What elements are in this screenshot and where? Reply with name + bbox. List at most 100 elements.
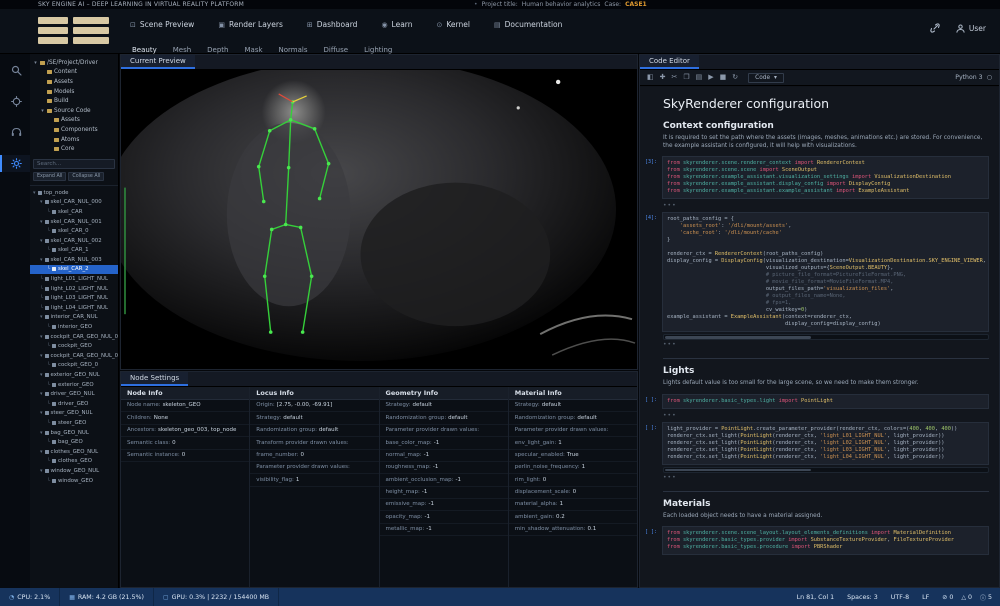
cell-source[interactable]: from skyrenderer.scene.scene_layout.layo… bbox=[662, 526, 989, 555]
scene-tree-item[interactable]: └ interior_GEO bbox=[30, 322, 118, 332]
file-tree-item[interactable]: Assets bbox=[30, 116, 118, 126]
save-icon[interactable]: ◧ bbox=[647, 74, 654, 81]
scene-tree-item[interactable]: ▾ window_GEO_NUL bbox=[30, 466, 118, 476]
scrollbar-thumb[interactable] bbox=[665, 469, 811, 472]
collapsed-cells-indicator[interactable]: ••• bbox=[663, 340, 989, 349]
crosshair-icon[interactable] bbox=[0, 93, 30, 110]
scene-tree-item[interactable]: ▾ driver_GEO_NUL bbox=[30, 389, 118, 399]
menu-item[interactable]: ⊞ Dashboard bbox=[307, 20, 358, 29]
scene-tree-item[interactable]: └ light_L03_LIGHT_NUL bbox=[30, 293, 118, 303]
file-tree-item[interactable]: ▾ /SE/Project/Driver bbox=[30, 58, 118, 68]
scene-tree-item[interactable]: └ light_L04_LIGHT_NUL bbox=[30, 303, 118, 313]
render-mode[interactable]: Mask bbox=[245, 46, 263, 54]
scene-tree-item[interactable]: └ skel_CAR_0 bbox=[30, 226, 118, 236]
menu-item[interactable]: ⊡ Scene Preview bbox=[130, 20, 194, 29]
collapsed-cells-indicator[interactable]: ••• bbox=[663, 473, 989, 482]
scene-tree-item[interactable]: ▾ steer_GEO_NUL bbox=[30, 409, 118, 419]
errors-count[interactable]: ⊘ 0 bbox=[942, 593, 953, 602]
run-cell-icon[interactable]: ▶ bbox=[708, 74, 713, 81]
render-mode[interactable]: Beauty bbox=[132, 46, 157, 54]
cursor-position[interactable]: Ln 81, Col 1 bbox=[797, 594, 835, 601]
file-tree-item[interactable]: ▾ Source Code bbox=[30, 106, 118, 116]
property-list: Origin:[2.75, -0.00, -69.91] Strategy:de… bbox=[250, 400, 378, 487]
encoding[interactable]: UTF-8 bbox=[891, 594, 909, 601]
search-input[interactable] bbox=[33, 159, 115, 169]
camera-preview-image[interactable] bbox=[121, 70, 637, 369]
render-mode[interactable]: Lighting bbox=[364, 46, 392, 54]
menu-item[interactable]: ▤ Documentation bbox=[494, 20, 562, 29]
horizontal-scrollbar[interactable] bbox=[663, 334, 989, 340]
menu-item[interactable]: ⊙ Kernel bbox=[437, 20, 470, 29]
scene-tree-item[interactable]: └ driver_GEO bbox=[30, 399, 118, 409]
collapsed-cells-indicator[interactable]: ••• bbox=[663, 201, 989, 210]
scene-tree-item[interactable]: ▾ top_node bbox=[30, 188, 118, 198]
scene-tree-item[interactable]: └ steer_GEO bbox=[30, 418, 118, 428]
cell-type-select[interactable]: Code ▾ bbox=[748, 73, 784, 83]
scene-tree-item[interactable]: ▾ cockpit_CAR_GEO_NUL_000 bbox=[30, 332, 118, 342]
file-tree-item[interactable]: Core bbox=[30, 144, 118, 154]
scene-tree-item[interactable]: ▾ skel_CAR_NUL_000 bbox=[30, 198, 118, 208]
menu-item[interactable]: ▣ Render Layers bbox=[218, 20, 283, 29]
eol[interactable]: LF bbox=[922, 594, 929, 601]
render-mode[interactable]: Depth bbox=[207, 46, 228, 54]
file-tree-item[interactable]: Components bbox=[30, 125, 118, 135]
cell-source[interactable]: root_paths_config = { 'assets_root': '/d… bbox=[662, 212, 989, 332]
render-mode[interactable]: Normals bbox=[279, 46, 308, 54]
tab-code-editor[interactable]: Code Editor bbox=[640, 55, 699, 69]
indentation[interactable]: Spaces: 3 bbox=[847, 594, 878, 601]
render-mode[interactable]: Mesh bbox=[173, 46, 191, 54]
scene-tree-item[interactable]: └ light_L02_LIGHT_NUL bbox=[30, 284, 118, 294]
cut-cell-icon[interactable]: ✂ bbox=[672, 74, 678, 81]
scene-tree-item[interactable]: ▾ skel_CAR_NUL_001 bbox=[30, 217, 118, 227]
user-menu[interactable]: User bbox=[956, 24, 986, 33]
tab-node-settings[interactable]: Node Settings bbox=[121, 372, 188, 386]
cell-source[interactable]: light_provider = PointLight.create_param… bbox=[662, 422, 989, 465]
scene-tree-item[interactable]: ▾ cockpit_CAR_GEO_NUL_001 bbox=[30, 351, 118, 361]
file-tree-item[interactable]: Content bbox=[30, 68, 118, 78]
search-icon[interactable] bbox=[0, 62, 30, 79]
scene-tree-item[interactable]: └ cockpit_GEO bbox=[30, 341, 118, 351]
collapse-all-button[interactable]: Collapse All bbox=[68, 172, 104, 181]
collapsed-cells-indicator[interactable]: ••• bbox=[663, 411, 989, 420]
scene-tree-item[interactable]: ▾ skel_CAR_NUL_002 bbox=[30, 236, 118, 246]
kernel-indicator[interactable]: Python 3 ○ bbox=[955, 74, 992, 81]
headset-icon[interactable] bbox=[0, 124, 30, 141]
cell-source[interactable]: from skyrenderer.scene.renderer_context … bbox=[662, 156, 989, 199]
scene-tree-item[interactable]: ▾ skel_CAR_NUL_003 bbox=[30, 255, 118, 265]
scene-tree-item[interactable]: └ exterior_GEO bbox=[30, 380, 118, 390]
add-cell-icon[interactable]: ✚ bbox=[660, 74, 666, 81]
stop-kernel-icon[interactable]: ■ bbox=[720, 74, 727, 81]
scrollbar-thumb[interactable] bbox=[665, 336, 811, 339]
expand-all-button[interactable]: Expand All bbox=[33, 172, 66, 181]
tree-connector-icon: ▾ bbox=[40, 430, 43, 436]
notifications-count[interactable]: ⓘ 5 bbox=[980, 593, 992, 602]
share-link-icon[interactable] bbox=[930, 23, 940, 33]
tab-current-preview[interactable]: Current Preview bbox=[121, 55, 195, 69]
scene-tree-item[interactable]: ▾ interior_CAR_NUL bbox=[30, 313, 118, 323]
scene-tree-item[interactable]: ▾ clothes_GEO_NUL bbox=[30, 447, 118, 457]
render-mode[interactable]: Diffuse bbox=[324, 46, 349, 54]
copy-cell-icon[interactable]: ❐ bbox=[683, 74, 689, 81]
menu-item[interactable]: ◉ Learn bbox=[381, 20, 412, 29]
scene-tree-item[interactable]: └ skel_CAR_2 bbox=[30, 265, 118, 275]
cell-source[interactable]: from skyrenderer.basic_types.light impor… bbox=[662, 394, 989, 409]
scene-tree-item[interactable]: └ cockpit_GEO_0 bbox=[30, 361, 118, 371]
horizontal-scrollbar[interactable] bbox=[663, 467, 989, 473]
file-tree-item[interactable]: Atoms bbox=[30, 135, 118, 145]
scene-tree-item[interactable]: └ bag_GEO bbox=[30, 437, 118, 447]
file-tree-item[interactable]: Build bbox=[30, 96, 118, 106]
settings-gear-icon[interactable] bbox=[0, 155, 30, 172]
scene-tree-item[interactable]: ▾ exterior_GEO_NUL bbox=[30, 370, 118, 380]
scene-tree-item[interactable]: └ skel_CAR_1 bbox=[30, 246, 118, 256]
scene-tree-item[interactable]: ▾ bag_GEO_NUL bbox=[30, 428, 118, 438]
paste-cell-icon[interactable]: ▤ bbox=[696, 74, 703, 81]
scene-tree-item[interactable]: └ skel_CAR bbox=[30, 207, 118, 217]
scene-tree-item[interactable]: └ window_GEO bbox=[30, 476, 118, 486]
file-tree-item[interactable]: Assets bbox=[30, 77, 118, 87]
file-tree-item[interactable]: Models bbox=[30, 87, 118, 97]
scene-tree-item[interactable]: └ light_L01_LIGHT_NUL bbox=[30, 274, 118, 284]
skyengine-logo[interactable] bbox=[38, 17, 109, 44]
restart-kernel-icon[interactable]: ↻ bbox=[732, 74, 738, 81]
warnings-count[interactable]: △ 0 bbox=[961, 593, 972, 602]
scene-tree-item[interactable]: └ clothes_GEO bbox=[30, 457, 118, 467]
